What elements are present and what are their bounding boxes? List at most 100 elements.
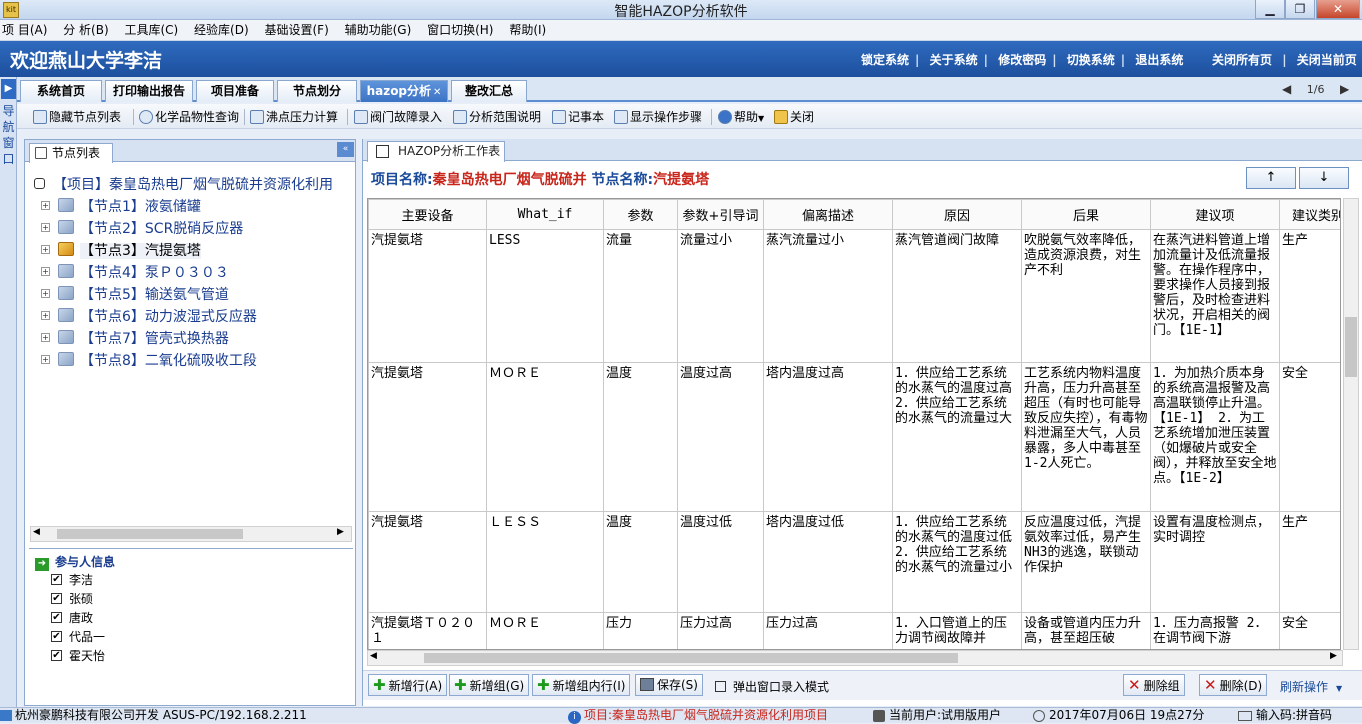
- menu-item-settings[interactable]: 基础设置(F): [258, 20, 334, 40]
- table-cell[interactable]: 1．入口管道上的压力调节阀故障并: [892, 612, 1022, 649]
- add-group-row-button[interactable]: ✚ 新增组内行(I): [532, 674, 631, 696]
- show-steps-button[interactable]: 显示操作步骤: [614, 107, 702, 127]
- menu-item-project[interactable]: 项 目(A): [0, 20, 53, 40]
- tab-home[interactable]: 系统首页: [20, 80, 102, 102]
- table-cell[interactable]: 塔内温度过低: [763, 511, 893, 613]
- add-group-button[interactable]: ✚ 新增组(G): [449, 674, 530, 696]
- scroll-left-icon[interactable]: ◀: [370, 651, 377, 661]
- table-cell[interactable]: 汽提氨塔Ｔ０２０１: [368, 612, 487, 649]
- collapse-panel-icon[interactable]: «: [337, 142, 354, 157]
- tree-project-root[interactable]: 【项目】秦皇岛热电厂烟气脱硫并资源化利用: [30, 174, 333, 196]
- table-cell[interactable]: 汽提氨塔: [368, 362, 487, 512]
- menu-item-analysis[interactable]: 分 析(B): [57, 20, 114, 40]
- table-cell[interactable]: 工艺系统内物料温度升高，压力升高甚至超压（有时也可能导致反应失控），有毒物料泄漏…: [1021, 362, 1151, 512]
- scroll-right-icon[interactable]: ▶: [1330, 651, 1337, 661]
- table-cell[interactable]: ＬＥＳＳ: [486, 511, 604, 613]
- table-cell[interactable]: 蒸汽流量过小: [763, 229, 893, 363]
- table-row[interactable]: 汽提氨塔 LESS 流量 流量过小 蒸汽流量过小 蒸汽管道阀门故障 吹脱氨气效率…: [368, 229, 1340, 363]
- table-cell[interactable]: 温度过低: [677, 511, 764, 613]
- scroll-thumb[interactable]: [57, 529, 243, 539]
- column-header[interactable]: 建议项: [1150, 199, 1280, 230]
- table-cell[interactable]: 温度: [603, 511, 678, 613]
- prev-tab-icon[interactable]: ◀: [1282, 82, 1291, 96]
- tree-node-8[interactable]: + 【节点8】二氧化硫吸收工段: [41, 350, 257, 372]
- tree-node-3[interactable]: + 【节点3】汽提氨塔: [41, 240, 201, 262]
- column-header[interactable]: 参数+引导词: [677, 199, 764, 230]
- column-header[interactable]: What_if: [486, 199, 604, 230]
- expand-arrow-icon[interactable]: ▶: [1, 79, 16, 99]
- table-cell[interactable]: 塔内温度过高: [763, 362, 893, 512]
- table-cell[interactable]: 吹脱氨气效率降低，造成资源浪费，对生产不利: [1021, 229, 1151, 363]
- expand-plus-icon[interactable]: +: [41, 354, 50, 364]
- hide-node-list-button[interactable]: 隐藏节点列表: [33, 107, 121, 127]
- close-button[interactable]: 关闭: [774, 107, 814, 127]
- table-cell[interactable]: 设备或管道内压力升高，甚至超压破: [1021, 612, 1151, 649]
- tab-hazop-analysis[interactable]: hazop分析 ✕: [360, 80, 448, 102]
- table-cell[interactable]: 设置有温度检测点，实时调控: [1150, 511, 1280, 613]
- delete-group-button[interactable]: ✕ 删除组: [1123, 674, 1185, 696]
- table-cell[interactable]: 1．供应给工艺系统的水蒸气的温度过低 2．供应给工艺系统的水蒸气的流量过小: [892, 511, 1022, 613]
- table-cell[interactable]: 温度: [603, 362, 678, 512]
- expand-plus-icon[interactable]: +: [41, 244, 50, 254]
- table-horizontal-scrollbar[interactable]: ◀ ▶: [367, 650, 1343, 666]
- restore-icon[interactable]: ❐: [1285, 0, 1315, 19]
- expand-plus-icon[interactable]: +: [41, 222, 50, 232]
- tab-project-prep[interactable]: 项目准备: [196, 80, 274, 102]
- vertical-scroll-thumb[interactable]: [1345, 317, 1357, 377]
- scroll-left-icon[interactable]: ◀: [33, 527, 40, 537]
- checkbox-checked-icon[interactable]: ✔: [51, 612, 62, 623]
- table-cell[interactable]: 压力: [603, 612, 678, 649]
- tab-rectification-summary[interactable]: 整改汇总: [451, 80, 527, 102]
- checkbox-checked-icon[interactable]: ✔: [51, 650, 62, 661]
- table-cell[interactable]: ＭＯＲＥ: [486, 362, 604, 512]
- column-header[interactable]: 参数: [603, 199, 678, 230]
- close-current-page-link[interactable]: 关闭当前页: [1297, 53, 1357, 67]
- add-row-button[interactable]: ✚ 新增行(A): [368, 674, 448, 696]
- tree-node-2[interactable]: + 【节点2】SCR脱硝反应器: [41, 218, 243, 240]
- participant-row[interactable]: ✔ 霍天怡: [51, 647, 105, 666]
- scroll-right-icon[interactable]: ▶: [337, 527, 344, 537]
- valve-fault-button[interactable]: 阀门故障录入: [354, 107, 442, 127]
- table-cell[interactable]: 1．供应给工艺系统的水蒸气的温度过高 2．供应给工艺系统的水蒸气的流量过大: [892, 362, 1022, 512]
- table-cell[interactable]: 生产: [1279, 511, 1340, 613]
- exit-system-link[interactable]: 退出系统: [1129, 53, 1189, 67]
- horizontal-scroll-thumb[interactable]: [424, 653, 958, 663]
- table-cell[interactable]: 汽提氨塔: [368, 511, 487, 613]
- menu-item-window[interactable]: 窗口切换(H): [421, 20, 499, 40]
- table-row[interactable]: 汽提氨塔 ＬＥＳＳ 温度 温度过低 塔内温度过低 1．供应给工艺系统的水蒸气的温…: [368, 511, 1340, 613]
- column-header[interactable]: 后果: [1021, 199, 1151, 230]
- table-vertical-scrollbar[interactable]: [1343, 198, 1359, 650]
- analysis-scope-button[interactable]: 分析范围说明: [453, 107, 541, 127]
- table-cell[interactable]: ＭＯＲＥ: [486, 612, 604, 649]
- menu-item-tools[interactable]: 工具库(C): [118, 20, 184, 40]
- table-cell[interactable]: 压力过高: [763, 612, 893, 649]
- table-cell[interactable]: 在蒸汽进料管道上增加流量计及低流量报警。在操作程序中，要求操作人员接到报警后，及…: [1150, 229, 1280, 363]
- participant-row[interactable]: ✔ 代品一: [51, 628, 105, 647]
- nav-window-strip[interactable]: ▶ 导航窗口: [0, 77, 17, 707]
- tree-horizontal-scrollbar[interactable]: ◀ ▶: [30, 526, 352, 542]
- table-cell[interactable]: 安全: [1279, 362, 1340, 512]
- expand-plus-icon[interactable]: +: [41, 200, 50, 210]
- switch-system-link[interactable]: 切换系统: [1061, 53, 1121, 67]
- checkbox-checked-icon[interactable]: ✔: [51, 631, 62, 642]
- delete-button[interactable]: ✕ 删除(D): [1199, 674, 1268, 696]
- table-row[interactable]: 汽提氨塔 ＭＯＲＥ 温度 温度过高 塔内温度过高 1．供应给工艺系统的水蒸气的温…: [368, 362, 1340, 512]
- help-button[interactable]: 帮助▼: [718, 107, 764, 127]
- tab-close-icon[interactable]: ✕: [433, 87, 441, 98]
- notepad-button[interactable]: 记事本: [552, 107, 604, 127]
- menu-item-aux[interactable]: 辅助功能(G): [339, 20, 418, 40]
- table-cell[interactable]: LESS: [486, 229, 604, 363]
- tree-node-1[interactable]: + 【节点1】液氨储罐: [41, 196, 201, 218]
- table-cell[interactable]: 汽提氨塔: [368, 229, 487, 363]
- move-up-button[interactable]: ↑: [1246, 167, 1296, 189]
- node-list-tab[interactable]: 节点列表: [29, 143, 113, 163]
- column-header[interactable]: 原因: [892, 199, 1022, 230]
- minimize-icon[interactable]: ▁: [1255, 0, 1285, 19]
- participant-row[interactable]: ✔ 李洁: [51, 571, 93, 590]
- tab-print-report[interactable]: 打印输出报告: [105, 80, 193, 102]
- change-password-link[interactable]: 修改密码: [992, 53, 1052, 67]
- popup-mode-checkbox[interactable]: 弹出窗口录入模式: [715, 678, 829, 695]
- refresh-dropdown[interactable]: 刷新操作 ▼: [1280, 678, 1342, 695]
- checkbox-unchecked-icon[interactable]: [715, 681, 726, 692]
- worksheet-tab[interactable]: HAZOP分析工作表: [367, 141, 505, 162]
